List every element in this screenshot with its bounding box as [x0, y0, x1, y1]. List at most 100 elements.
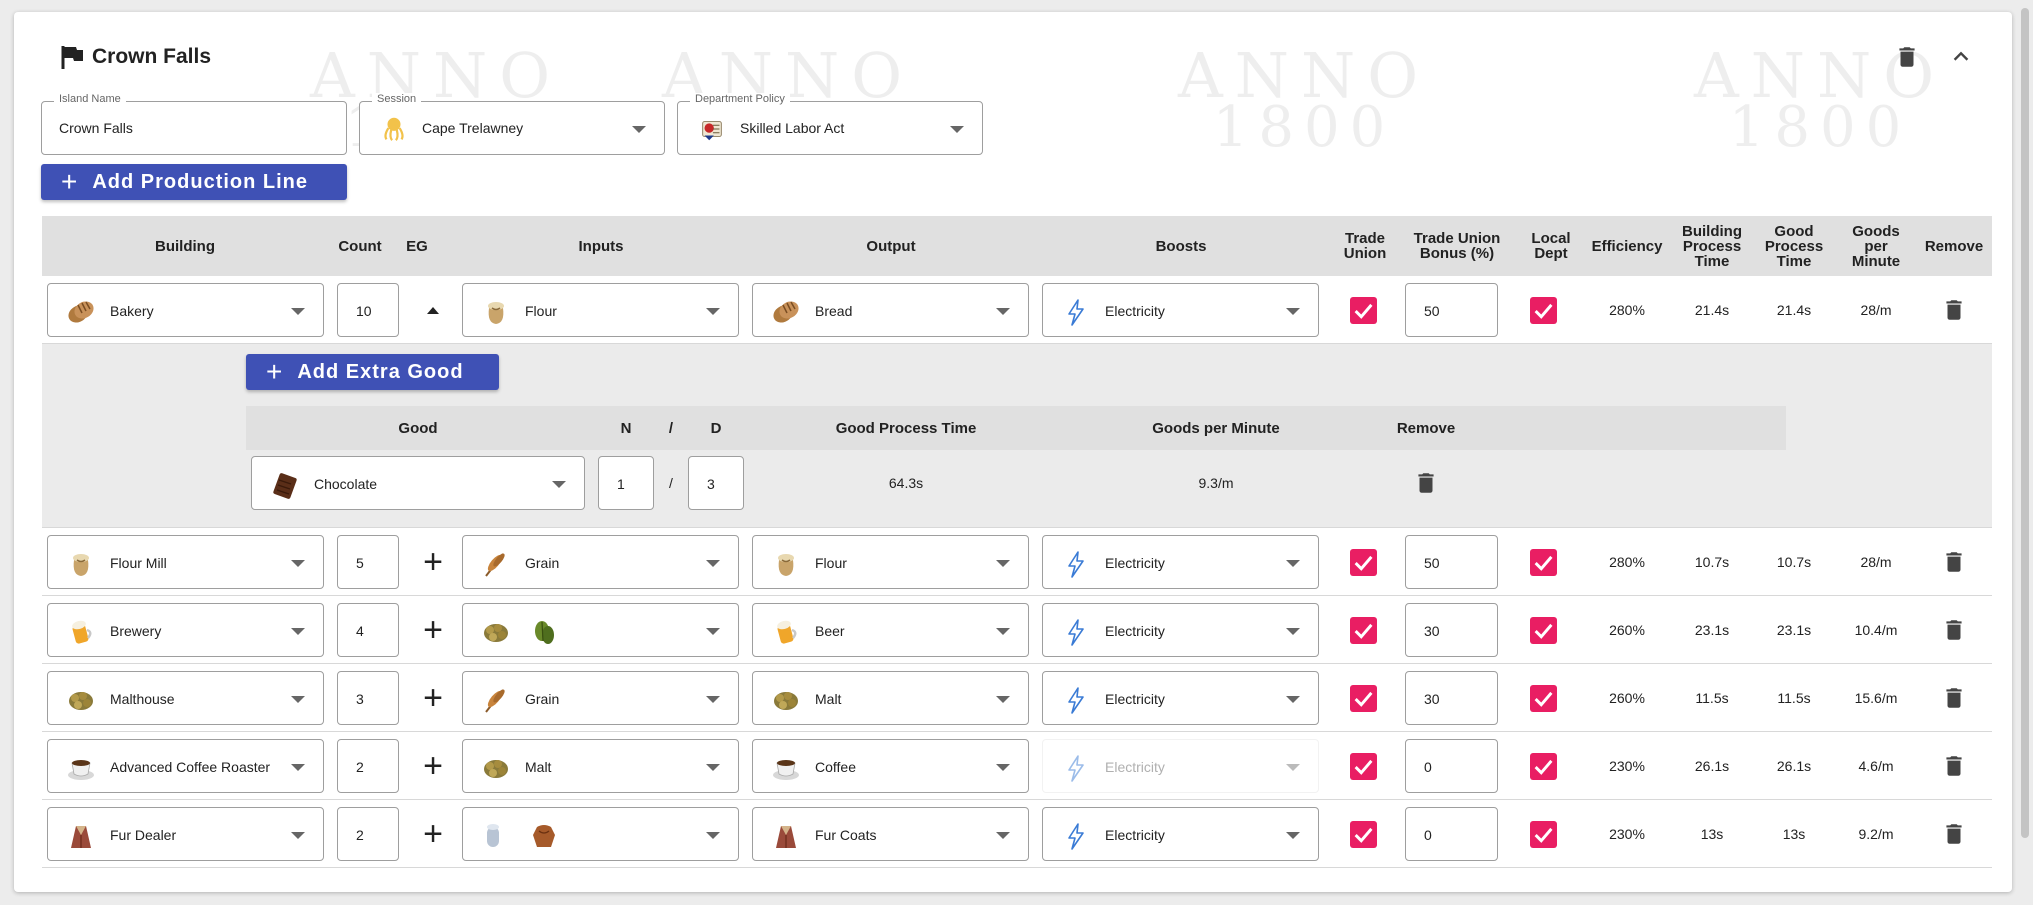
department-policy-select[interactable]: Department Policy Skilled Labor Act: [677, 93, 983, 155]
chevron-down-icon[interactable]: [706, 308, 720, 315]
local-dept-checkbox[interactable]: [1530, 753, 1557, 780]
chevron-down-icon[interactable]: [291, 696, 305, 703]
chevron-down-icon[interactable]: [706, 832, 720, 839]
output-select[interactable]: Coffee: [752, 739, 1029, 793]
chevron-down-icon[interactable]: [291, 308, 305, 315]
collapse-extra-goods-icon[interactable]: [408, 276, 458, 344]
chevron-down-icon[interactable]: [996, 308, 1010, 315]
n-input[interactable]: 1: [598, 456, 654, 510]
chevron-down-icon[interactable]: [552, 481, 566, 488]
add-extra-goods-icon[interactable]: +: [408, 596, 458, 664]
chevron-down-icon[interactable]: [996, 628, 1010, 635]
inputs-select[interactable]: Grain: [462, 535, 739, 589]
local-dept-checkbox[interactable]: [1530, 617, 1557, 644]
trade-union-bonus-input[interactable]: 50: [1405, 283, 1498, 337]
count-input[interactable]: 5: [337, 535, 399, 589]
building-select[interactable]: Brewery: [47, 603, 324, 657]
chevron-down-icon[interactable]: [996, 764, 1010, 771]
malt-icon: [481, 617, 511, 647]
add-production-line-button[interactable]: + Add Production Line: [41, 164, 347, 200]
add-extra-goods-icon[interactable]: +: [408, 528, 458, 596]
trade-union-checkbox[interactable]: [1350, 549, 1377, 576]
chevron-down-icon[interactable]: [1286, 308, 1300, 315]
inputs-select[interactable]: [462, 603, 739, 657]
chevron-down-icon[interactable]: [1286, 832, 1300, 839]
count-input[interactable]: 4: [337, 603, 399, 657]
inputs-select[interactable]: Malt: [462, 739, 739, 793]
count-input[interactable]: 10: [337, 283, 399, 337]
inputs-select[interactable]: [462, 807, 739, 861]
chevron-down-icon[interactable]: [996, 560, 1010, 567]
output-select[interactable]: Fur Coats: [752, 807, 1029, 861]
count-input[interactable]: 3: [337, 671, 399, 725]
building-select[interactable]: Bakery: [47, 283, 324, 337]
local-dept-checkbox[interactable]: [1530, 821, 1557, 848]
boosts-select[interactable]: Electricity: [1042, 671, 1319, 725]
trade-union-bonus-input[interactable]: 30: [1405, 603, 1498, 657]
delete-row-icon[interactable]: [1914, 596, 1994, 664]
local-dept-checkbox[interactable]: [1530, 549, 1557, 576]
output-select[interactable]: Bread: [752, 283, 1029, 337]
trade-union-checkbox[interactable]: [1350, 297, 1377, 324]
boosts-select[interactable]: Electricity: [1042, 283, 1319, 337]
delete-island-icon[interactable]: [1894, 42, 1920, 72]
trade-union-bonus-input[interactable]: 0: [1405, 739, 1498, 793]
building-select[interactable]: Flour Mill: [47, 535, 324, 589]
trade-union-checkbox[interactable]: [1350, 753, 1377, 780]
trade-union-checkbox[interactable]: [1350, 685, 1377, 712]
island-name-value[interactable]: Crown Falls: [59, 120, 133, 136]
chevron-down-icon[interactable]: [291, 560, 305, 567]
delete-row-icon[interactable]: [1914, 276, 1994, 344]
delete-row-icon[interactable]: [1914, 528, 1994, 596]
chevron-down-icon[interactable]: [950, 126, 964, 133]
building-select[interactable]: Malthouse: [47, 671, 324, 725]
chevron-down-icon[interactable]: [291, 764, 305, 771]
inputs-select[interactable]: Grain: [462, 671, 739, 725]
trade-union-bonus-input[interactable]: 30: [1405, 671, 1498, 725]
delete-row-icon[interactable]: [1914, 732, 1994, 800]
output-select[interactable]: Beer: [752, 603, 1029, 657]
collapse-chevron-icon[interactable]: [1950, 46, 1972, 68]
add-extra-goods-icon[interactable]: +: [408, 664, 458, 732]
chevron-down-icon[interactable]: [1286, 696, 1300, 703]
add-extra-goods-icon[interactable]: +: [408, 732, 458, 800]
chevron-down-icon[interactable]: [996, 832, 1010, 839]
delete-row-icon[interactable]: [1914, 800, 1994, 868]
trade-union-checkbox[interactable]: [1350, 821, 1377, 848]
trade-union-bonus-input[interactable]: 0: [1405, 807, 1498, 861]
chevron-down-icon[interactable]: [291, 832, 305, 839]
delete-row-icon[interactable]: [1914, 664, 1994, 732]
local-dept-checkbox[interactable]: [1530, 685, 1557, 712]
trade-union-checkbox[interactable]: [1350, 617, 1377, 644]
local-dept-checkbox[interactable]: [1530, 297, 1557, 324]
extra-good-select[interactable]: Chocolate: [251, 456, 585, 510]
output-select[interactable]: Flour: [752, 535, 1029, 589]
add-extra-goods-icon[interactable]: +: [408, 800, 458, 868]
boosts-select[interactable]: Electricity: [1042, 603, 1319, 657]
vertical-scrollbar[interactable]: [2021, 8, 2029, 838]
chevron-down-icon[interactable]: [632, 126, 646, 133]
count-input[interactable]: 2: [337, 739, 399, 793]
chevron-down-icon[interactable]: [996, 696, 1010, 703]
chevron-down-icon[interactable]: [706, 764, 720, 771]
chevron-down-icon[interactable]: [706, 696, 720, 703]
inputs-select[interactable]: Flour: [462, 283, 739, 337]
chevron-down-icon[interactable]: [291, 628, 305, 635]
output-select[interactable]: Malt: [752, 671, 1029, 725]
chevron-down-icon[interactable]: [1286, 628, 1300, 635]
building-select[interactable]: Fur Dealer: [47, 807, 324, 861]
building-select[interactable]: Advanced Coffee Roaster: [47, 739, 324, 793]
trade-union-bonus-input[interactable]: 50: [1405, 535, 1498, 589]
chevron-down-icon[interactable]: [1286, 560, 1300, 567]
session-select[interactable]: Session Cape Trelawney: [359, 93, 665, 155]
island-name-field[interactable]: Island Name Crown Falls: [41, 93, 347, 155]
department-policy-value: Skilled Labor Act: [740, 120, 845, 136]
boosts-select[interactable]: Electricity: [1042, 535, 1319, 589]
chevron-down-icon[interactable]: [706, 560, 720, 567]
add-extra-good-button[interactable]: + Add Extra Good: [246, 354, 499, 390]
d-input[interactable]: 3: [688, 456, 744, 510]
chevron-down-icon[interactable]: [706, 628, 720, 635]
count-input[interactable]: 2: [337, 807, 399, 861]
boosts-select[interactable]: Electricity: [1042, 807, 1319, 861]
delete-extra-good-icon[interactable]: [1376, 450, 1476, 516]
